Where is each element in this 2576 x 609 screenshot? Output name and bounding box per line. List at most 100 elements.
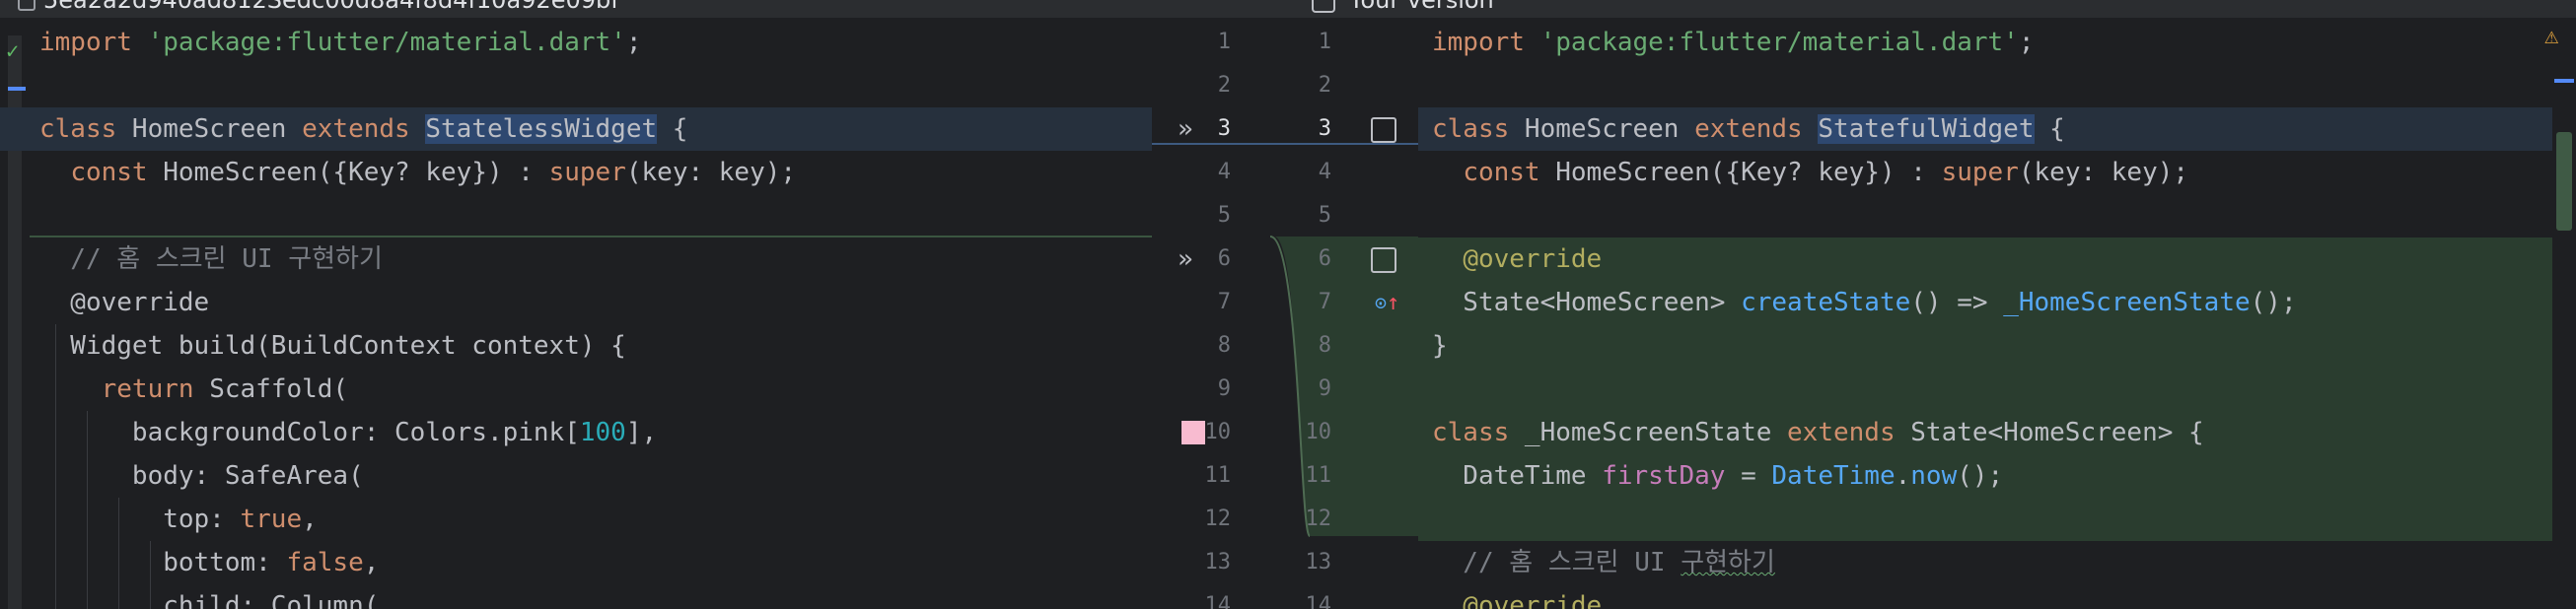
- left-code-line[interactable]: body: SafeArea(: [0, 454, 1152, 498]
- code-token: () =>: [1910, 288, 2004, 317]
- apply-change-arrow[interactable]: »: [1178, 237, 1192, 281]
- left-code-text: top: true,: [39, 498, 318, 541]
- code-token: import: [1432, 28, 1540, 57]
- right-code-text: DateTime firstDay = DateTime.now();: [1432, 454, 2003, 498]
- right-code-text: const HomeScreen({Key? key}) : super(key…: [1432, 151, 2188, 194]
- right-code-line[interactable]: State<HomeScreen> createState() => _Home…: [1418, 281, 2576, 324]
- include-change-checkbox[interactable]: [1371, 247, 1396, 273]
- left-code-line[interactable]: top: true,: [0, 498, 1152, 541]
- right-code-line[interactable]: [1418, 194, 2576, 237]
- code-token: }: [1432, 331, 1448, 361]
- left-code-line[interactable]: // 홈 스크린 UI 구현하기: [0, 237, 1152, 281]
- code-token: class: [1432, 114, 1525, 144]
- left-code-line[interactable]: child: Column(: [0, 584, 1152, 609]
- override-marker-icon[interactable]: ⊙↑: [1375, 281, 1399, 324]
- code-token: {: [657, 114, 688, 144]
- right-code-line[interactable]: class HomeScreen extends StatefulWidget …: [1418, 107, 2576, 151]
- code-token: class: [1432, 418, 1525, 447]
- left-code-line[interactable]: const HomeScreen({Key? key}) : super(key…: [0, 151, 1152, 194]
- code-token: State<HomeScreen> {: [1910, 418, 2204, 447]
- right-code-line[interactable]: }: [1418, 324, 2576, 368]
- left-line-number: 13: [1204, 550, 1232, 575]
- right-code-text: @override: [1432, 237, 1602, 281]
- indent-guide: [118, 498, 119, 609]
- left-code-line[interactable]: bottom: false,: [0, 541, 1152, 584]
- right-code-line[interactable]: @override: [1418, 584, 2576, 609]
- warning-icon[interactable]: ⚠: [2544, 22, 2558, 49]
- left-code-line[interactable]: @override: [0, 281, 1152, 324]
- code-token: 구현하기: [1681, 548, 1775, 577]
- right-code-line[interactable]: @override: [1418, 237, 2576, 281]
- right-line-number: 3: [1318, 116, 1331, 141]
- right-line-number: 13: [1305, 550, 1332, 575]
- left-code-text: backgroundColor: Colors.pink[100],: [39, 411, 657, 454]
- left-line-number: 1: [1217, 30, 1231, 54]
- code-token: =: [1725, 461, 1772, 491]
- left-code-line[interactable]: Widget build(BuildContext context) {: [0, 324, 1152, 368]
- right-code-text: State<HomeScreen> createState() => _Home…: [1432, 281, 2297, 324]
- left-code-line[interactable]: return Scaffold(: [0, 368, 1152, 411]
- code-token: bottom:: [39, 548, 287, 577]
- right-code-line[interactable]: [1418, 368, 2576, 411]
- your-version-checkbox[interactable]: [1312, 0, 1335, 13]
- code-token: class: [39, 114, 132, 144]
- code-token: extends: [302, 114, 426, 144]
- code-token: // 홈 스크린 UI: [1432, 548, 1682, 577]
- code-token: ],: [625, 418, 658, 447]
- right-code-line[interactable]: [1418, 498, 2576, 541]
- left-code-line[interactable]: [0, 194, 1152, 237]
- right-code-line[interactable]: [1418, 64, 2576, 107]
- code-token: 'package:flutter/material.dart': [1539, 28, 2019, 57]
- right-version-title[interactable]: Your version: [1312, 0, 1494, 14]
- code-token: {: [2034, 114, 2065, 144]
- right-line-number: 4: [1318, 160, 1331, 184]
- right-line-number: 8: [1318, 333, 1331, 358]
- left-code-line[interactable]: import 'package:flutter/material.dart';: [0, 21, 1152, 64]
- code-token: ();: [2250, 288, 2297, 317]
- code-token: extends: [1787, 418, 1911, 447]
- right-code-line[interactable]: class _HomeScreenState extends State<Hom…: [1418, 411, 2576, 454]
- right-editor-pane[interactable]: import 'package:flutter/material.dart'; c…: [1418, 18, 2576, 609]
- include-change-checkbox[interactable]: [1371, 117, 1396, 143]
- left-code-text: class HomeScreen extends StatelessWidget…: [39, 107, 687, 151]
- code-token: ,: [302, 505, 318, 534]
- right-code-line[interactable]: const HomeScreen({Key? key}) : super(key…: [1418, 151, 2576, 194]
- right-code-text: }: [1432, 324, 1448, 368]
- code-token: ,: [363, 548, 380, 577]
- right-line-number: 12: [1305, 507, 1332, 531]
- code-token: firstDay: [1602, 461, 1726, 491]
- left-line-number: 7: [1217, 290, 1231, 314]
- scroll-thumb[interactable]: [2556, 132, 2572, 231]
- code-token: HomeScreen({Key? key}) :: [1555, 158, 1942, 187]
- right-code-line[interactable]: import 'package:flutter/material.dart';: [1418, 21, 2576, 64]
- left-revision-label: 5ea2a2d940ad812Sedc00d8a4f8d4f10a92e09bf: [43, 0, 619, 14]
- code-token: createState: [1741, 288, 1911, 317]
- left-code-text: // 홈 스크린 UI 구현하기: [39, 237, 383, 281]
- code-token: now: [1910, 461, 1958, 491]
- right-vertical-scrollbar[interactable]: [2552, 18, 2576, 609]
- code-token: false: [286, 548, 364, 577]
- code-token: @override: [39, 288, 210, 317]
- left-code-text: body: SafeArea(: [39, 454, 364, 498]
- left-code-line[interactable]: backgroundColor: Colors.pink[100],: [0, 411, 1152, 454]
- code-token: backgroundColor: Colors.pink[: [39, 418, 580, 447]
- right-code-text: import 'package:flutter/material.dart';: [1432, 21, 2035, 64]
- left-editor-pane[interactable]: ✓ import 'package:flutter/material.dart'…: [0, 18, 1152, 609]
- right-code-line[interactable]: // 홈 스크린 UI 구현하기: [1418, 541, 2576, 584]
- left-code-line[interactable]: [0, 64, 1152, 107]
- apply-change-arrow[interactable]: »: [1178, 107, 1192, 151]
- left-code-text: bottom: false,: [39, 541, 379, 584]
- right-code-line[interactable]: DateTime firstDay = DateTime.now();: [1418, 454, 2576, 498]
- code-token: ;: [2018, 28, 2035, 57]
- code-token: Scaffold(: [209, 374, 349, 404]
- code-token: (key: key);: [2018, 158, 2189, 187]
- left-code-line[interactable]: class HomeScreen extends StatelessWidget…: [0, 107, 1152, 151]
- code-token: const: [1463, 158, 1556, 187]
- code-token: import: [39, 28, 148, 57]
- code-token: DateTime: [1771, 461, 1896, 491]
- code-token: super: [1941, 158, 2019, 187]
- right-code-text: class HomeScreen extends StatefulWidget …: [1432, 107, 2065, 151]
- indent-guide: [55, 324, 56, 609]
- right-change-marker: [2554, 79, 2574, 83]
